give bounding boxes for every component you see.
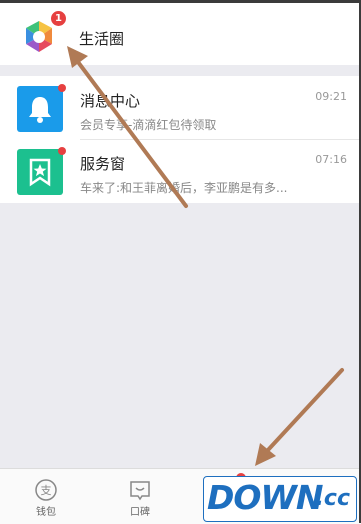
watermark-suffix: .cc [315, 486, 350, 511]
svg-text:支: 支 [41, 484, 52, 497]
unread-dot [58, 84, 66, 92]
unread-dot [58, 147, 66, 155]
koubei-icon [130, 481, 150, 501]
bell-icon [17, 86, 63, 132]
item-title: 服务窗 [80, 155, 126, 173]
alipay-wallet-icon: 支 [35, 479, 57, 501]
tab-label: 钱包 [36, 507, 56, 518]
watermark-text: DOWN [207, 478, 323, 517]
message-list: 消息中心 会员专享-滴滴红包待领取 09:21 服务窗 车来了:和王菲离婚后，李… [0, 76, 361, 203]
annotation-arrow-bottom [255, 368, 344, 466]
item-time: 09:21 [315, 90, 347, 103]
section-gap [0, 65, 361, 76]
life-circle-logo-icon[interactable] [21, 19, 57, 55]
watermark-logo: DOWN .cc [203, 476, 357, 522]
list-item-message-center[interactable]: 消息中心 会员专享-滴滴红包待领取 09:21 [0, 76, 361, 140]
list-item-service-window[interactable]: 服务窗 车来了:和王菲离婚后，李亚鹏是有多... 07:16 [0, 139, 361, 202]
page-title: 生活圈 [79, 30, 125, 48]
header: 1 生活圈 [0, 3, 361, 65]
item-title: 消息中心 [80, 92, 141, 110]
notification-badge: 1 [51, 11, 66, 26]
item-subtitle: 会员专享-滴滴红包待领取 [80, 118, 217, 132]
bookmark-star-icon [17, 149, 63, 195]
tab-wallet[interactable]: 支 钱包 [10, 469, 82, 524]
tab-label: 口碑 [130, 507, 150, 518]
item-time: 07:16 [315, 153, 347, 166]
item-subtitle: 车来了:和王菲离婚后，李亚鹏是有多... [80, 181, 288, 195]
tab-koubei[interactable]: 口碑 [104, 469, 176, 524]
